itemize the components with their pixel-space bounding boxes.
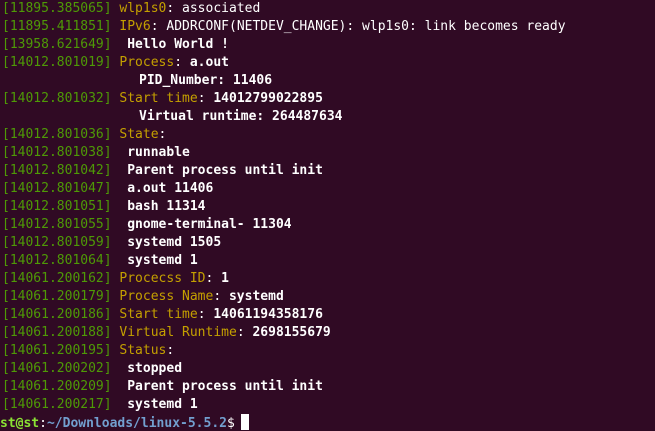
log-label: Start time [119,91,198,106]
log-timestamp: [14061.200186] [2,307,112,322]
log-line: [14012.801047] a.out 11406 [0,180,655,198]
log-separator: : [236,325,245,340]
log-value: ADDRCONF(NETDEV_CHANGE): wlp1s0: link be… [158,19,566,34]
log-timestamp: [14012.801064] [2,253,112,268]
log-value: associated [174,1,261,16]
log-line: [11895.385065] wlp1s0: associated [0,0,655,18]
log-line: [14061.200217] systemd 1 [0,396,655,414]
log-timestamp: [14012.801047] [2,181,112,196]
log-timestamp: [14012.801055] [2,217,112,232]
log-value: 14012799022895 [205,91,323,106]
log-label: Virtual Runtime [119,325,237,340]
log-value: Virtual runtime: 264487634 [139,109,343,124]
log-line: [14061.200179] Process Name: systemd [0,288,655,306]
log-line: [14012.801059] systemd 1505 [0,234,655,252]
log-line: [14012.801042] Parent process until init [0,162,655,180]
log-timestamp: [14012.801051] [2,199,112,214]
log-line: Virtual runtime: 264487634 [0,108,655,126]
terminal-window[interactable]: [11895.385065] wlp1s0: associated [11895.… [0,0,655,431]
log-line: PID_Number: 11406 [0,72,655,90]
log-value: Parent process until init [119,379,323,394]
log-timestamp: [14061.200202] [2,361,112,376]
log-line: [14012.801051] bash 11314 [0,198,655,216]
log-timestamp: [14061.200179] [2,289,112,304]
text-cursor [240,414,249,430]
log-timestamp: [14061.200209] [2,379,112,394]
log-value: 14061194358176 [205,307,323,322]
log-label: Start time [119,307,198,322]
log-label: Procecss ID [119,271,206,286]
log-separator: : [166,343,175,358]
log-label: wlp1s0 [119,1,167,16]
log-line: [14012.801019] Process: a.out [0,54,655,72]
log-timestamp: [14061.200217] [2,397,112,412]
log-value: bash 11314 [119,199,206,214]
log-value: 1 [213,271,229,286]
log-timestamp: [14061.200195] [2,343,112,358]
log-line: [14012.801036] State: [0,126,655,144]
log-label: Process Name [119,289,214,304]
log-line: [14012.801064] systemd 1 [0,252,655,270]
log-timestamp: [14061.200188] [2,325,112,340]
log-value: a.out 11406 [119,181,214,196]
log-line: [14061.200162] Procecss ID: 1 [0,270,655,288]
shell-prompt-line[interactable]: st@st:~/Downloads/linux-5.5.2$ [0,414,655,431]
prompt-symbol: $ [226,416,235,431]
log-separator: : [150,19,159,34]
log-line: [14012.801032] Start time: 1401279902289… [0,90,655,108]
log-timestamp: [11895.385065] [2,1,112,16]
log-line: [14012.801055] gnome-terminal- 11304 [0,216,655,234]
log-value: Parent process until init [119,163,323,178]
prompt-user-host: st@st [0,416,40,431]
log-separator: : [197,307,206,322]
log-timestamp: [14012.801059] [2,235,112,250]
log-line: [14061.200195] Status: [0,342,655,360]
log-line: [14061.200186] Start time: 1406119435817… [0,306,655,324]
log-value: systemd 1505 [119,235,222,250]
log-label: Process [119,55,175,70]
log-separator: : [174,55,183,70]
log-timestamp: [14012.801032] [2,91,112,106]
log-timestamp: [14012.801019] [2,55,112,70]
log-separator: : [213,289,222,304]
log-separator: : [197,91,206,106]
log-value: stopped [119,361,183,376]
log-line: [14061.200209] Parent process until init [0,378,655,396]
log-label: Status [119,343,167,358]
log-value: runnable [119,145,190,160]
log-timestamp: [11895.411851] [2,19,112,34]
kernel-log-output: [11895.385065] wlp1s0: associated [11895.… [0,0,655,414]
log-value: 2698155679 [244,325,331,340]
log-timestamp: [14012.801038] [2,145,112,160]
log-line: [14061.200188] Virtual Runtime: 26981556… [0,324,655,342]
log-timestamp: [14061.200162] [2,271,112,286]
prompt-path: ~/Downloads/linux-5.5.2 [46,416,227,431]
log-label: State [119,127,159,142]
log-value: PID_Number: 11406 [139,73,273,88]
log-line: [14061.200202] stopped [0,360,655,378]
log-value: Hello World ! [119,37,229,52]
prompt-colon: : [39,416,47,431]
log-value: gnome-terminal- 11304 [119,217,292,232]
log-separator: : [158,127,167,142]
log-value: systemd 1 [119,397,198,412]
log-line: [14012.801038] runnable [0,144,655,162]
log-line: [13958.621649] Hello World ! [0,36,655,54]
log-value: a.out [182,55,229,70]
log-line: [11895.411851] IPv6: ADDRCONF(NETDEV_CHA… [0,18,655,36]
log-timestamp: [14012.801036] [2,127,112,142]
log-value: systemd [221,289,284,304]
log-timestamp: [13958.621649] [2,37,112,52]
log-value: systemd 1 [119,253,198,268]
log-label: IPv6 [119,19,151,34]
log-timestamp: [14012.801042] [2,163,112,178]
